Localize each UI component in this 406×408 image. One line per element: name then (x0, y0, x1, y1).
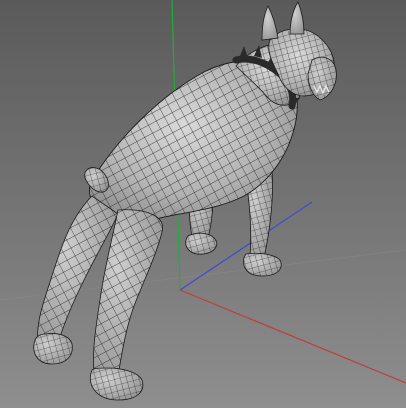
viewport-canvas[interactable] (0, 0, 406, 408)
3d-viewport[interactable] (0, 0, 406, 408)
